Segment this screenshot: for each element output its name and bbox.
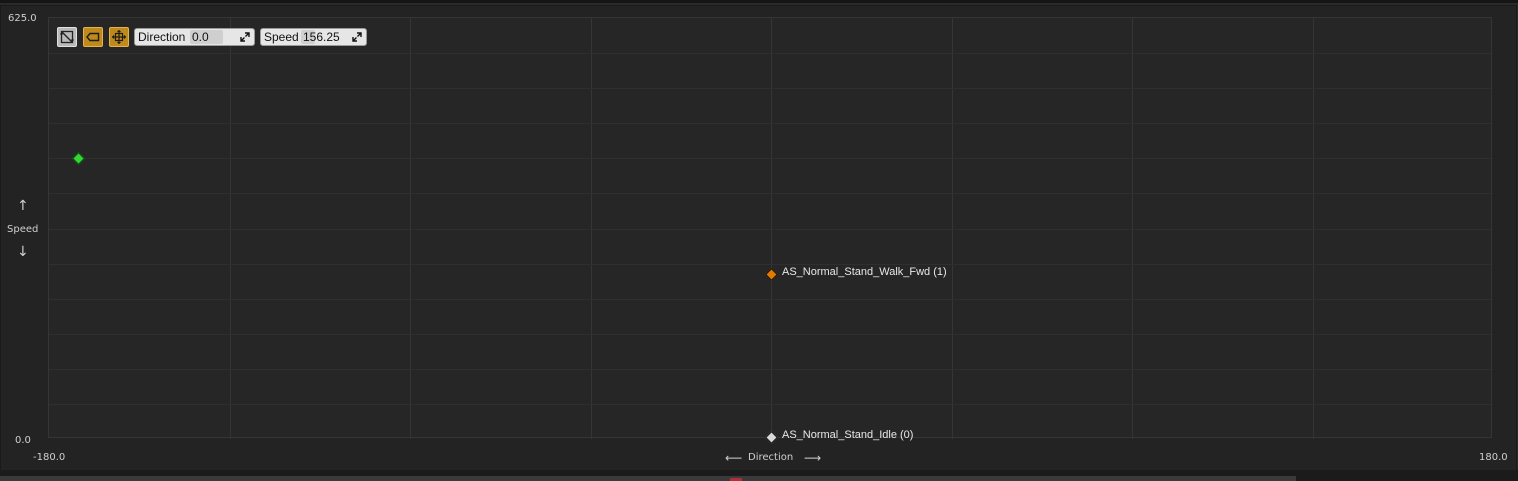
move-axes-icon — [112, 30, 126, 44]
speed-up-arrow-icon: ↑ — [17, 198, 29, 214]
direction-right-arrow-icon: ⟶ — [804, 451, 822, 465]
speed-spinbox[interactable]: Speed 156.25 — [260, 28, 367, 46]
expand-arrows-icon — [352, 32, 362, 42]
expand-arrows-icon — [240, 32, 250, 42]
speed-down-arrow-icon: ↓ — [17, 244, 29, 260]
label-tag-icon — [86, 32, 100, 42]
y-axis-max-label: 625.0 — [8, 13, 37, 24]
bottom-tab-bar — [0, 476, 1296, 481]
sample-label: AS_Normal_Stand_Walk_Fwd (1) — [782, 266, 947, 279]
x-axis-name: Direction — [748, 452, 794, 463]
sample-label: AS_Normal_Stand_Idle (0) — [782, 429, 914, 441]
snap-grid-button[interactable] — [57, 27, 77, 47]
direction-left-arrow-icon: ⟵ — [725, 451, 743, 465]
speed-spinbox-label: Speed — [264, 30, 299, 44]
snap-grid-icon — [60, 30, 74, 44]
y-axis-min-label: 0.0 — [15, 435, 31, 446]
move-axes-button[interactable] — [109, 27, 129, 47]
x-axis-min-label: -180.0 — [33, 452, 66, 463]
top-strip — [0, 0, 1518, 3]
x-axis-max-label: 180.0 — [1479, 452, 1508, 463]
direction-spinbox-label: Direction — [138, 30, 186, 44]
grid-lines — [49, 18, 1493, 439]
show-labels-button[interactable] — [83, 27, 103, 47]
blendspace-grid[interactable] — [48, 17, 1493, 439]
speed-spinbox-value: 156.25 — [303, 30, 340, 44]
y-axis-name: Speed — [7, 224, 39, 235]
direction-spinbox[interactable]: Direction 0.0 — [134, 28, 255, 46]
direction-spinbox-value: 0.0 — [192, 30, 209, 44]
